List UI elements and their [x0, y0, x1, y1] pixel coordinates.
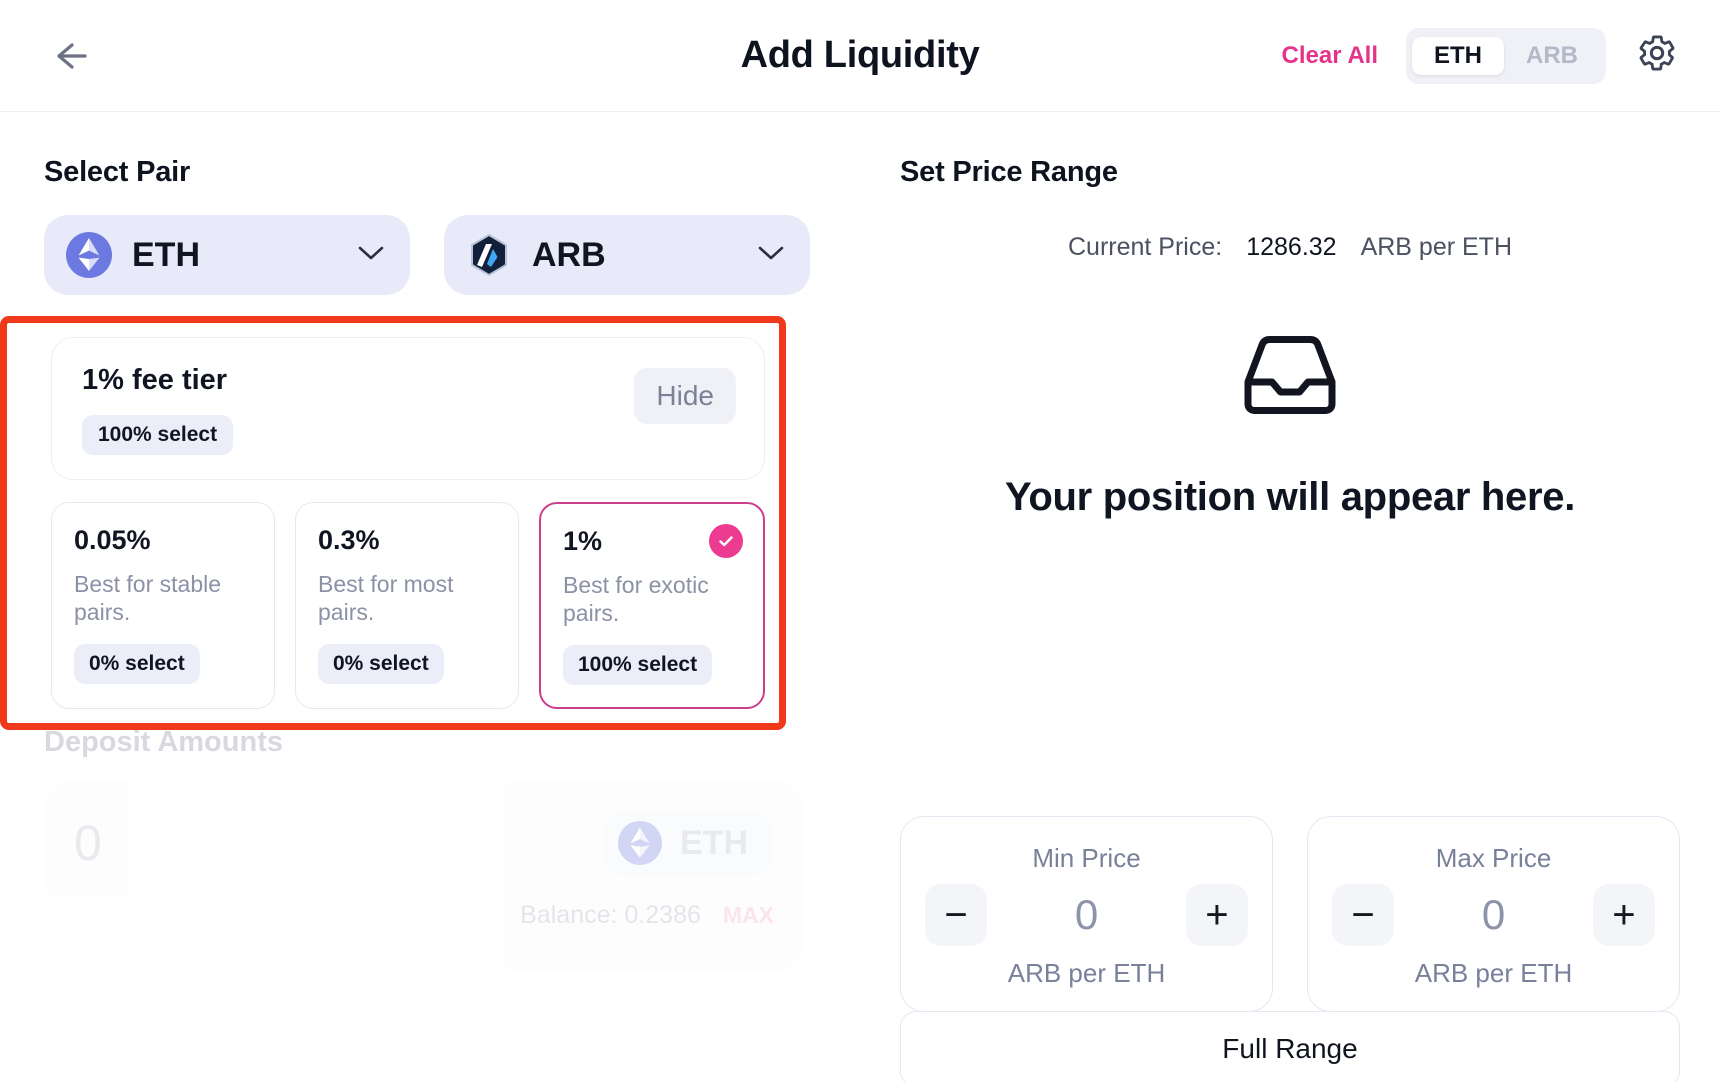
token-symbol-eth: ETH	[132, 236, 200, 275]
token-pair-row: ETH	[44, 215, 844, 295]
max-price-value[interactable]: 0	[1482, 891, 1505, 939]
deposit-input-card[interactable]: 0 ETH	[44, 781, 804, 971]
current-price-unit: ARB per ETH	[1361, 233, 1512, 262]
deposit-amount-input[interactable]: 0	[74, 814, 102, 872]
fee-tier-option-1[interactable]: 1% Best for exotic pairs. 100% select	[539, 502, 765, 709]
fee-tier-description: Best for exotic pairs.	[563, 571, 743, 627]
position-empty-state: Your position will appear here.	[900, 332, 1680, 520]
fee-tier-percent: 0.3%	[318, 525, 498, 556]
max-price-card: Max Price − 0 + ARB per ETH	[1307, 816, 1680, 1012]
deposit-amounts-title: Deposit Amounts	[44, 726, 804, 759]
arbitrum-logo-icon	[466, 232, 512, 278]
token-selector-arb[interactable]: ARB	[444, 215, 810, 295]
deposit-balance-row: Balance: 0.2386 MAX	[74, 901, 774, 930]
page-header: Add Liquidity Clear All ETH ARB	[0, 0, 1720, 112]
fee-tier-description: Best for stable pairs.	[74, 570, 254, 626]
deposit-input-row: 0 ETH	[74, 811, 774, 875]
settings-button[interactable]	[1634, 33, 1680, 79]
full-range-button[interactable]: Full Range	[900, 1011, 1680, 1082]
min-price-label: Min Price	[925, 843, 1248, 874]
toggle-option-arb[interactable]: ARB	[1504, 37, 1600, 75]
add-liquidity-page: Add Liquidity Clear All ETH ARB Select P…	[0, 0, 1720, 1082]
max-button[interactable]: MAX	[723, 902, 774, 929]
fee-tier-summary-left: 1% fee tier 100% select	[82, 364, 634, 455]
fee-tier-summary-card: 1% fee tier 100% select Hide	[51, 337, 765, 480]
chevron-down-icon	[356, 244, 386, 267]
fee-tier-select-badge: 0% select	[318, 644, 444, 684]
back-button[interactable]	[44, 30, 96, 82]
left-column: Select Pair ETH	[44, 156, 844, 520]
fee-tier-select-badge: 100% select	[82, 415, 233, 455]
ethereum-logo-icon	[66, 232, 112, 278]
max-price-decrement-button[interactable]: −	[1332, 884, 1394, 946]
deposit-balance-label: Balance: 0.2386	[520, 901, 701, 930]
max-price-label: Max Price	[1332, 843, 1655, 874]
min-price-increment-button[interactable]: +	[1186, 884, 1248, 946]
inbox-icon	[1240, 332, 1340, 423]
current-price-value: 1286.32	[1246, 233, 1336, 262]
max-price-unit: ARB per ETH	[1332, 958, 1655, 989]
min-price-value[interactable]: 0	[1075, 891, 1098, 939]
fee-tier-description: Best for most pairs.	[318, 570, 498, 626]
select-pair-title: Select Pair	[44, 156, 844, 189]
fee-tier-title: 1% fee tier	[82, 364, 634, 397]
fee-tier-select-badge: 0% select	[74, 644, 200, 684]
max-price-stepper: − 0 +	[1332, 884, 1655, 946]
arrow-left-icon	[50, 40, 90, 72]
fee-tier-options-row: 0.05% Best for stable pairs. 0% select 0…	[51, 502, 765, 709]
hide-fee-tiers-button[interactable]: Hide	[634, 368, 736, 424]
page-body: Select Pair ETH	[0, 112, 1720, 520]
min-price-decrement-button[interactable]: −	[925, 884, 987, 946]
fee-tier-option-03[interactable]: 0.3% Best for most pairs. 0% select	[295, 502, 519, 709]
check-icon	[709, 524, 743, 558]
ethereum-logo-icon	[618, 821, 662, 865]
fee-tier-percent: 0.05%	[74, 525, 254, 556]
current-price-label: Current Price:	[1068, 233, 1222, 262]
fee-tier-option-005[interactable]: 0.05% Best for stable pairs. 0% select	[51, 502, 275, 709]
min-price-unit: ARB per ETH	[925, 958, 1248, 989]
deposit-token-chip[interactable]: ETH	[602, 811, 774, 875]
right-column: Set Price Range Current Price: 1286.32 A…	[900, 156, 1680, 520]
fee-tier-select-badge: 100% select	[563, 645, 712, 685]
fee-tier-highlight-region: 1% fee tier 100% select Hide 0.05% Best …	[0, 316, 786, 730]
token-order-toggle[interactable]: ETH ARB	[1406, 28, 1606, 84]
toggle-option-eth[interactable]: ETH	[1412, 37, 1504, 75]
gear-icon	[1637, 33, 1677, 78]
header-actions: Clear All ETH ARB	[1282, 28, 1680, 84]
deposit-amounts-section: Deposit Amounts 0	[44, 726, 804, 971]
token-selector-eth[interactable]: ETH	[44, 215, 410, 295]
min-price-card: Min Price − 0 + ARB per ETH	[900, 816, 1273, 1012]
min-price-stepper: − 0 +	[925, 884, 1248, 946]
clear-all-button[interactable]: Clear All	[1282, 42, 1378, 70]
max-price-increment-button[interactable]: +	[1593, 884, 1655, 946]
position-empty-text: Your position will appear here.	[1005, 475, 1575, 520]
deposit-token-symbol: ETH	[680, 824, 748, 863]
price-range-controls: Min Price − 0 + ARB per ETH Max Price − …	[900, 816, 1680, 1012]
token-symbol-arb: ARB	[532, 236, 606, 275]
chevron-down-icon	[756, 244, 786, 267]
set-price-range-title: Set Price Range	[900, 156, 1680, 189]
current-price-row: Current Price: 1286.32 ARB per ETH	[900, 233, 1680, 262]
